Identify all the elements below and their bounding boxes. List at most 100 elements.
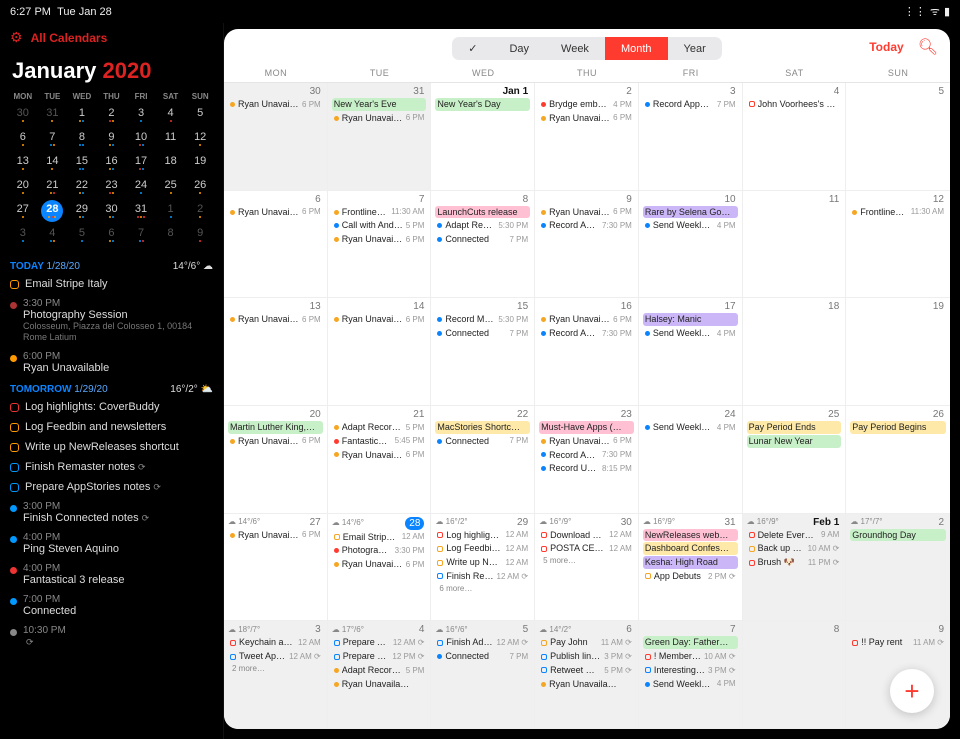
calendar-event[interactable]: Ryan Unavailable6 PM [228,435,323,448]
calendar-event[interactable]: Brush 🐶11 PM ⟳ [747,556,842,569]
calendar-event[interactable]: Ryan Unavaila… [539,678,634,691]
calendar-event[interactable]: Ryan Unavaila…6 PM [539,313,634,326]
day-cell[interactable]: 23Must-Have Apps (…Ryan Unavaila…6 PMRec… [535,406,639,513]
calendar-event[interactable]: Record Ma…5:30 PM [435,313,530,326]
agenda-event[interactable]: 6:00 PMRyan Unavailable [10,347,213,378]
calendar-event[interactable]: Dashboard Confes… [643,542,738,555]
calendar-event[interactable]: Log Feedbin…12 AM [435,542,530,555]
add-event-button[interactable]: + [890,669,934,713]
calendar-event[interactable]: Finish Rem…12 AM ⟳ [435,570,530,583]
calendar-event[interactable]: MacStories Shortc… [435,421,530,434]
day-cell[interactable]: 7Frontline…11:30 AMCall with Andr…5 PMRy… [328,191,432,298]
minical-day[interactable]: 5 [189,104,211,126]
minical-day[interactable]: 25 [160,176,182,198]
calendar-event[interactable]: Record AppSt…7 PM [643,98,738,111]
day-cell[interactable]: ☁︎ 16°/9°30Download Yo…12 AMPOSTA CERT…1… [535,514,639,621]
minical-day[interactable]: 2 [189,200,211,222]
calendar-event[interactable]: Email Stripe I…12 AM [332,531,427,544]
minical-day[interactable]: 31 [41,104,63,126]
minical-day[interactable]: 23 [100,176,122,198]
today-button[interactable]: Today [869,40,903,54]
day-cell[interactable]: 3Record AppSt…7 PM [639,83,743,190]
minical-day[interactable]: 3 [130,104,152,126]
calendar-event[interactable]: Call with Andr…5 PM [332,219,427,232]
agenda-event[interactable]: 10:30 PM⟳ [10,621,213,652]
calendar-event[interactable]: Frontline…11:30 AM [850,206,946,219]
minical-day[interactable]: 4 [41,224,63,246]
calendar-event[interactable]: Log highlight…12 AM [435,529,530,542]
calendar-event[interactable]: Finish Ada…12 AM ⟳ [435,636,530,649]
day-cell[interactable]: 11 [743,191,847,298]
day-cell[interactable]: 21Adapt Recordi…5 PMFantastical…5:45 PMR… [328,406,432,513]
minical-day[interactable]: 9 [100,128,122,150]
day-cell[interactable]: 13Ryan Unavailable6 PM [224,298,328,405]
more-events[interactable]: 6 more… [435,584,530,593]
view-segmented-control[interactable]: ✓DayWeekMonthYear [452,37,722,60]
calendar-event[interactable]: Adapt Rec…5:30 PM [435,219,530,232]
day-cell[interactable]: 24Send Weekly I…4 PM [639,406,743,513]
view-day-button[interactable]: Day [493,37,545,60]
calendar-event[interactable]: Retweet Ma…5 PM ⟳ [539,664,634,677]
day-cell[interactable]: 26Pay Period Begins [846,406,950,513]
calendar-event[interactable]: Keychain app…12 AM [228,636,323,649]
minical-day[interactable]: 15 [71,152,93,174]
calendar-event[interactable]: Rare by Selena Go… [643,206,738,219]
view-year-button[interactable]: Year [668,37,722,60]
calendar-event[interactable]: Ryan Unavailable6 PM [228,206,323,219]
calendar-event[interactable]: Download Yo…12 AM [539,529,634,542]
day-cell[interactable]: ☁︎ 17°/6°4Prepare Ad…12 AM ⟳Prepare Co…1… [328,621,432,728]
calendar-event[interactable]: Interesting…3 PM ⟳ [643,664,738,677]
day-cell[interactable]: 15Record Ma…5:30 PMConnected7 PM [431,298,535,405]
minical-day[interactable]: 7 [130,224,152,246]
agenda-event[interactable]: Finish Remaster notes⟳ [10,457,213,477]
calendar-event[interactable]: Must-Have Apps (… [539,421,634,434]
calendar-event[interactable]: Ryan Unavailable6 PM [228,313,323,326]
calendar-event[interactable]: Connected7 PM [435,435,530,448]
calendar-event[interactable]: Record Ap…7:30 PM [539,449,634,462]
calendar-event[interactable]: Martin Luther King,… [228,421,323,434]
calendar-event[interactable]: John Voorhees's 54… [747,98,842,111]
agenda-event[interactable]: 3:00 PMFinish Connected notes⟳ [10,497,213,528]
calendar-event[interactable]: Kesha: High Road [643,556,738,569]
minical-day[interactable]: 28 [41,200,63,222]
minical-day[interactable]: 18 [160,152,182,174]
calendar-event[interactable]: Ryan Unavaila…6 PM [539,112,634,125]
day-cell[interactable]: ☁︎ 16°/9°31NewReleases web…Dashboard Con… [639,514,743,621]
calendar-event[interactable]: Groundhog Day [850,529,946,542]
calendar-event[interactable]: !! Pay rent11 AM ⟳ [850,636,946,649]
calendar-event[interactable]: Ryan Unavaila…6 PM [332,112,427,125]
minical-day[interactable]: 21 [41,176,63,198]
minical-day[interactable]: 4 [160,104,182,126]
minical-day[interactable]: 17 [130,152,152,174]
minical-day[interactable]: 6 [12,128,34,150]
calendar-event[interactable]: Back up ph…10 AM ⟳ [747,542,842,555]
day-cell[interactable]: 5 [846,83,950,190]
minical-day[interactable]: 24 [130,176,152,198]
calendar-event[interactable]: ! Memberf…10 AM ⟳ [643,650,738,663]
calendar-event[interactable]: Prepare Co…12 PM ⟳ [332,650,427,663]
minical-day[interactable]: 30 [12,104,34,126]
calendar-event[interactable]: New Year's Eve [332,98,427,111]
calendar-event[interactable]: Pay Period Ends [747,421,842,434]
minical-day[interactable]: 29 [71,200,93,222]
calendar-event[interactable]: Record Ap…7:30 PM [539,327,634,340]
calendar-event[interactable]: Frontline…11:30 AM [332,206,427,219]
day-cell[interactable]: ☁︎ 14°/2°6Pay John11 AM ⟳Publish link…3 … [535,621,639,728]
calendar-event[interactable]: Adapt Recordi…5 PM [332,664,427,677]
calendar-event[interactable]: Connected7 PM [435,233,530,246]
day-cell[interactable]: ☁︎ 16°/6°5Finish Ada…12 AM ⟳Connected7 P… [431,621,535,728]
calendar-event[interactable]: Send Weekly I…4 PM [643,219,738,232]
calendar-event[interactable]: Write up Ne…12 AM [435,556,530,569]
day-cell[interactable]: ☁︎ 18°/7°3Keychain app…12 AMTweet AppS…1… [224,621,328,728]
agenda-event[interactable]: Prepare AppStories notes⟳ [10,477,213,497]
day-cell[interactable]: 31New Year's EveRyan Unavaila…6 PM [328,83,432,190]
minical-day[interactable]: 5 [71,224,93,246]
minical-day[interactable]: 26 [189,176,211,198]
day-cell[interactable]: ☁︎ 14°/6°28Email Stripe I…12 AMPhotograp… [328,514,432,621]
agenda-event[interactable]: 3:30 PMPhotography SessionColosseum, Pia… [10,294,213,347]
agenda-list[interactable]: TODAY 1/28/20 14°/6° ☁︎ Email Stripe Ita… [0,251,223,739]
calendar-event[interactable]: Connected7 PM [435,327,530,340]
agenda-event[interactable]: Log highlights: CoverBuddy [10,397,213,417]
minical-day[interactable]: 19 [189,152,211,174]
minical-day[interactable]: 7 [41,128,63,150]
